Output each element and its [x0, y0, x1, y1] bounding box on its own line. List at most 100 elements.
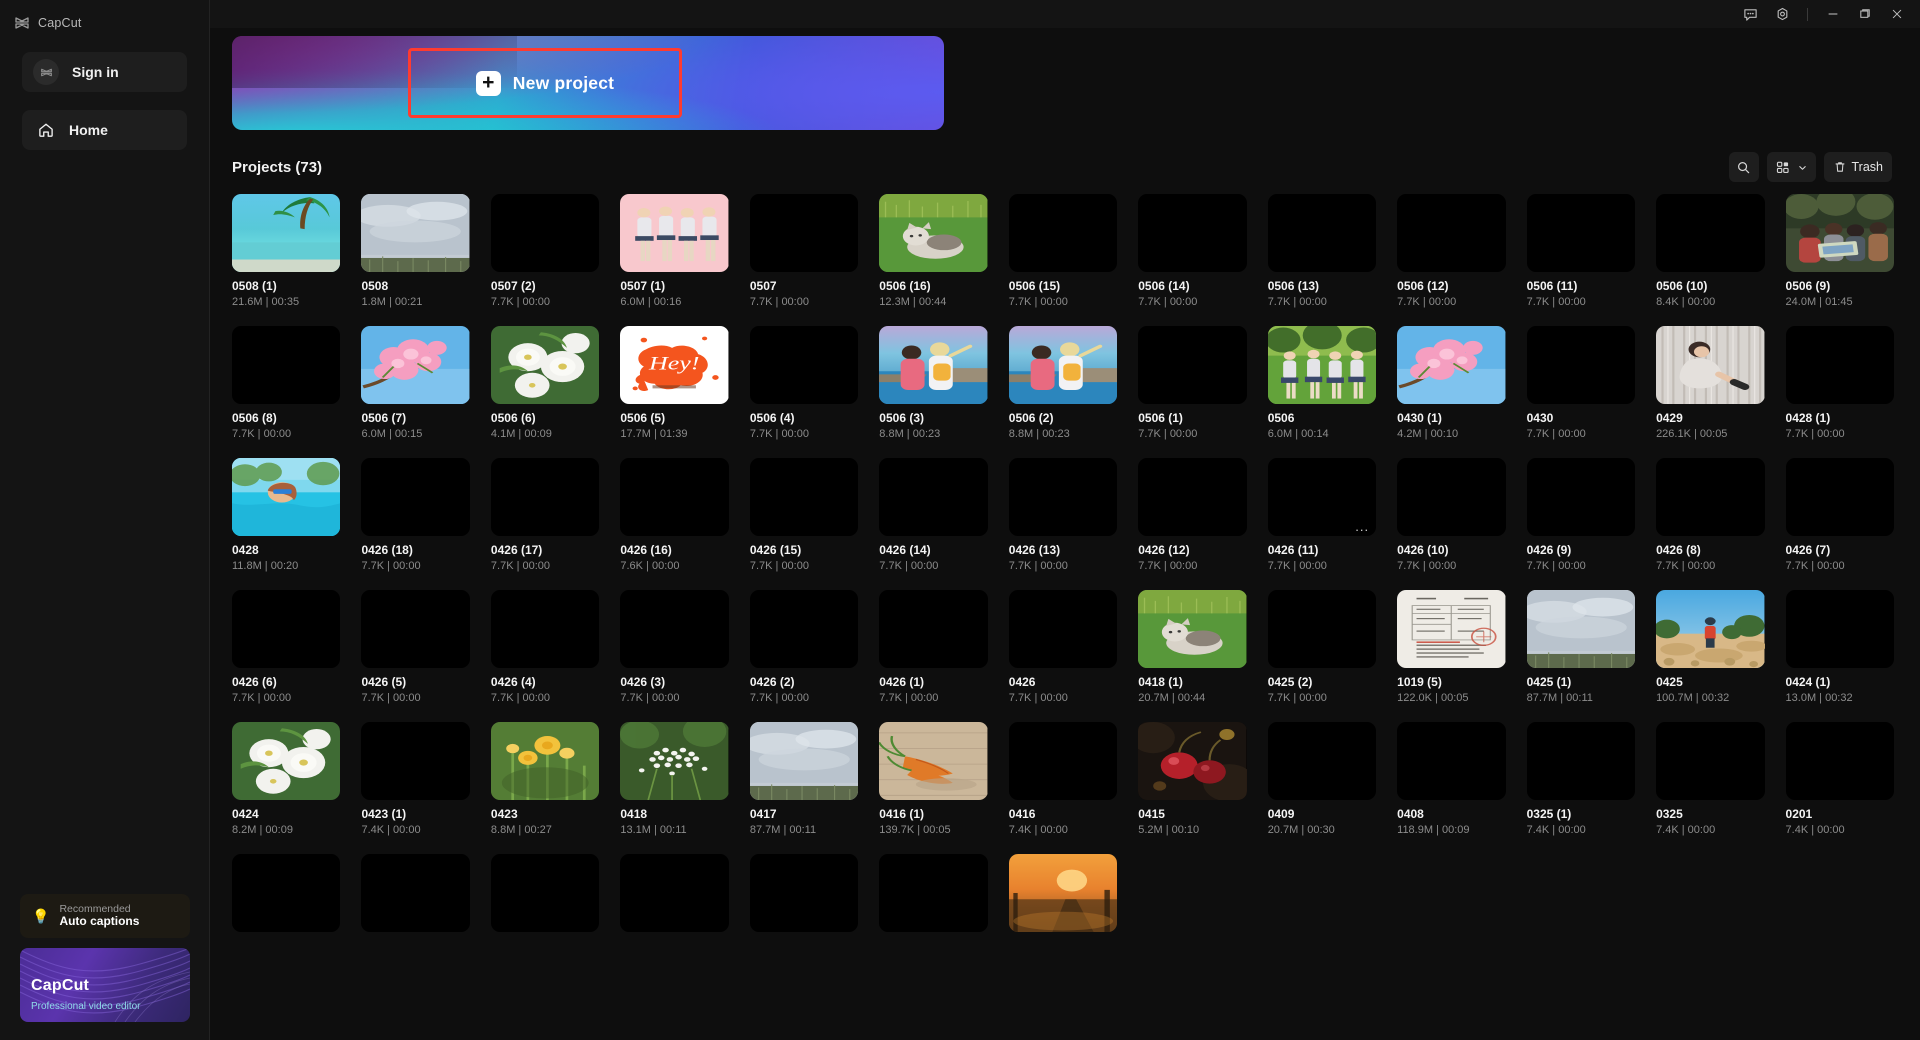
project-card[interactable]: 0506 (14)7.7K | 00:00 — [1138, 194, 1246, 308]
project-thumbnail[interactable] — [1009, 326, 1117, 404]
project-card[interactable]: 0408118.9M | 00:09 — [1397, 722, 1505, 836]
project-card[interactable]: ...0426 (11)7.7K | 00:00 — [1268, 458, 1376, 572]
project-card[interactable]: 0506 (3)8.8M | 00:23 — [879, 326, 987, 440]
project-thumbnail[interactable] — [1138, 458, 1246, 536]
project-thumbnail[interactable] — [879, 722, 987, 800]
project-thumbnail[interactable] — [361, 458, 469, 536]
project-card[interactable]: 0506 (1)7.7K | 00:00 — [1138, 326, 1246, 440]
settings-gear-icon[interactable] — [1767, 1, 1797, 27]
project-card[interactable]: 0429226.1K | 00:05 — [1656, 326, 1764, 440]
project-thumbnail[interactable] — [1268, 326, 1376, 404]
project-thumbnail[interactable]: ... — [1268, 458, 1376, 536]
project-thumbnail[interactable] — [361, 722, 469, 800]
project-card[interactable]: 0506 (11)7.7K | 00:00 — [1527, 194, 1635, 308]
project-card[interactable]: 0506 (6)4.1M | 00:09 — [491, 326, 599, 440]
project-card[interactable]: 042811.8M | 00:20 — [232, 458, 340, 572]
project-thumbnail[interactable] — [620, 458, 728, 536]
project-card[interactable]: 0425100.7M | 00:32 — [1656, 590, 1764, 704]
project-card[interactable] — [879, 854, 987, 942]
project-thumbnail[interactable] — [1397, 458, 1505, 536]
project-card[interactable]: 0508 (1)21.6M | 00:35 — [232, 194, 340, 308]
project-card[interactable]: 0506 (16)12.3M | 00:44 — [879, 194, 987, 308]
grid-view-toggle[interactable] — [1767, 152, 1816, 182]
project-thumbnail[interactable] — [491, 194, 599, 272]
project-thumbnail[interactable] — [750, 458, 858, 536]
project-thumbnail[interactable] — [1656, 194, 1764, 272]
project-card[interactable]: 03257.4K | 00:00 — [1656, 722, 1764, 836]
project-thumbnail[interactable] — [1786, 590, 1894, 668]
project-card[interactable]: 0416 (1)139.7K | 00:05 — [879, 722, 987, 836]
capcut-pro-banner[interactable]: CapCut Professional video editor — [20, 948, 190, 1022]
project-card[interactable]: 0426 (16)7.6K | 00:00 — [620, 458, 728, 572]
project-thumbnail[interactable] — [1656, 458, 1764, 536]
project-thumbnail[interactable] — [491, 458, 599, 536]
project-thumbnail[interactable] — [1138, 194, 1246, 272]
project-card[interactable]: 0418 (1)20.7M | 00:44 — [1138, 590, 1246, 704]
project-thumbnail[interactable] — [1527, 722, 1635, 800]
project-card[interactable]: 0426 (9)7.7K | 00:00 — [1527, 458, 1635, 572]
project-card[interactable]: 0423 (1)7.4K | 00:00 — [361, 722, 469, 836]
project-thumbnail[interactable] — [1656, 590, 1764, 668]
project-thumbnail[interactable] — [1268, 590, 1376, 668]
project-card[interactable]: 0426 (15)7.7K | 00:00 — [750, 458, 858, 572]
project-thumbnail[interactable] — [491, 854, 599, 932]
project-card[interactable]: 02017.4K | 00:00 — [1786, 722, 1894, 836]
project-card[interactable] — [620, 854, 728, 942]
project-card[interactable] — [491, 854, 599, 942]
project-thumbnail[interactable] — [620, 854, 728, 932]
project-card[interactable] — [750, 854, 858, 942]
project-card[interactable]: 0426 (1)7.7K | 00:00 — [879, 590, 987, 704]
project-card[interactable]: 0430 (1)4.2M | 00:10 — [1397, 326, 1505, 440]
project-card[interactable]: 0506 (2)8.8M | 00:23 — [1009, 326, 1117, 440]
project-card[interactable]: 04167.4K | 00:00 — [1009, 722, 1117, 836]
project-card[interactable]: 05077.7K | 00:00 — [750, 194, 858, 308]
project-thumbnail[interactable] — [1009, 194, 1117, 272]
project-card[interactable]: 0424 (1)13.0M | 00:32 — [1786, 590, 1894, 704]
project-card[interactable]: 04155.2M | 00:10 — [1138, 722, 1246, 836]
project-thumbnail[interactable] — [1009, 854, 1117, 932]
project-card[interactable]: 0425 (2)7.7K | 00:00 — [1268, 590, 1376, 704]
project-thumbnail[interactable] — [750, 326, 858, 404]
project-card[interactable]: 0506 (7)6.0M | 00:15 — [361, 326, 469, 440]
project-thumbnail[interactable] — [1397, 590, 1505, 668]
new-project-button[interactable]: + New project — [410, 50, 680, 116]
project-card[interactable]: 0426 (14)7.7K | 00:00 — [879, 458, 987, 572]
project-thumbnail[interactable] — [1268, 194, 1376, 272]
project-thumbnail[interactable] — [1268, 722, 1376, 800]
project-thumbnail[interactable] — [1786, 722, 1894, 800]
project-thumbnail[interactable] — [750, 194, 858, 272]
project-thumbnail[interactable] — [361, 194, 469, 272]
project-thumbnail[interactable] — [232, 458, 340, 536]
project-thumbnail[interactable] — [1397, 722, 1505, 800]
project-card[interactable]: 0426 (5)7.7K | 00:00 — [361, 590, 469, 704]
project-card[interactable] — [232, 854, 340, 942]
project-card[interactable]: 0426 (2)7.7K | 00:00 — [750, 590, 858, 704]
project-thumbnail[interactable] — [491, 722, 599, 800]
project-card[interactable]: 04248.2M | 00:09 — [232, 722, 340, 836]
project-card[interactable]: 0426 (18)7.7K | 00:00 — [361, 458, 469, 572]
project-thumbnail[interactable] — [361, 326, 469, 404]
project-card[interactable]: 05066.0M | 00:14 — [1268, 326, 1376, 440]
project-thumbnail[interactable] — [1009, 722, 1117, 800]
project-thumbnail[interactable] — [750, 854, 858, 932]
project-card[interactable]: 0426 (4)7.7K | 00:00 — [491, 590, 599, 704]
project-thumbnail[interactable] — [1527, 590, 1635, 668]
project-thumbnail[interactable] — [491, 590, 599, 668]
project-card[interactable]: 0426 (3)7.7K | 00:00 — [620, 590, 728, 704]
project-card[interactable]: 0426 (8)7.7K | 00:00 — [1656, 458, 1764, 572]
project-thumbnail[interactable] — [1138, 722, 1246, 800]
project-card[interactable]: 0506 (4)7.7K | 00:00 — [750, 326, 858, 440]
project-thumbnail[interactable] — [1527, 326, 1635, 404]
project-thumbnail[interactable] — [1656, 722, 1764, 800]
project-thumbnail[interactable] — [361, 590, 469, 668]
project-thumbnail[interactable] — [232, 590, 340, 668]
project-card[interactable]: 0426 (17)7.7K | 00:00 — [491, 458, 599, 572]
project-thumbnail[interactable] — [1138, 590, 1246, 668]
project-thumbnail[interactable] — [879, 326, 987, 404]
project-card[interactable]: 05081.8M | 00:21 — [361, 194, 469, 308]
project-card[interactable]: 1019 (5)122.0K | 00:05 — [1397, 590, 1505, 704]
project-thumbnail[interactable] — [1527, 194, 1635, 272]
project-card[interactable] — [1009, 854, 1117, 942]
project-thumbnail[interactable] — [879, 854, 987, 932]
project-thumbnail[interactable] — [232, 326, 340, 404]
